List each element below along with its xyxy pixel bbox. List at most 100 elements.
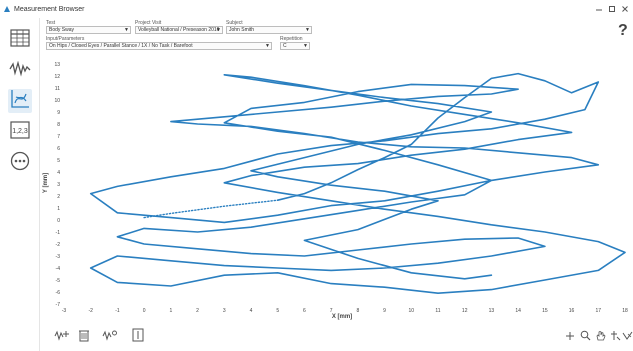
y-tick-label: 3 (57, 182, 60, 188)
selection-controls: Test Body Sway ▼ Project Visit Volleybal… (40, 18, 633, 58)
x-tick-label: 3 (223, 308, 226, 314)
signal-settings-icon (102, 328, 118, 346)
repetition-select-value: C (283, 43, 287, 49)
y-tick-label: 8 (57, 122, 60, 128)
numbers-icon: 1,2,3 (10, 120, 30, 144)
x-tick-label: 13 (489, 308, 495, 314)
y-tick-label: -6 (56, 290, 61, 296)
y-tick-label: 4 (57, 170, 60, 176)
window-controls (592, 2, 631, 15)
measure-button[interactable] (621, 331, 633, 343)
zoom-icon (580, 328, 591, 346)
trace-start-dotted-line (143, 199, 279, 219)
x-tick-label: 1 (169, 308, 172, 314)
sway-trace-line (89, 72, 626, 294)
y-tick-label: -5 (56, 278, 61, 284)
add-signal-button[interactable] (54, 329, 70, 345)
xy-plot-svg: -7-6-5-4-3-2-1012345678910111213 -3 -2 -1 0… (43, 62, 628, 320)
y-tick-label: 2 (57, 194, 60, 200)
y-tick-label: -7 (56, 302, 61, 308)
sidebar-item-more-options[interactable] (8, 151, 32, 175)
marker-button[interactable] (130, 328, 146, 347)
ellipsis-circle-icon (10, 151, 30, 176)
input-parameters-select-value: On Hips / Closed Eyes / Parallel Stance … (49, 43, 193, 49)
y-tick-label: 6 (57, 146, 60, 152)
y-tick-label: 13 (54, 62, 60, 68)
x-tick-label: 9 (383, 308, 386, 314)
help-button[interactable]: ? (618, 22, 628, 40)
waveform-icon (9, 60, 31, 82)
input-parameters-select[interactable]: On Hips / Closed Eyes / Parallel Stance … (46, 42, 272, 50)
y-axis-label: Y [mm] (43, 173, 49, 193)
x-tick-label: 15 (542, 308, 548, 314)
y-tick-label: 0 (57, 218, 60, 224)
chevron-down-icon: ▼ (305, 27, 310, 33)
delete-button[interactable] (76, 329, 92, 345)
x-tick-label: 0 (143, 308, 146, 314)
x-tick-label: 18 (622, 308, 628, 314)
test-select-value: Body Sway (49, 27, 75, 33)
app-logo-icon (3, 5, 11, 13)
y-tick-label: 11 (55, 86, 60, 92)
x-tick-label: 12 (462, 308, 468, 314)
project-visit-select[interactable]: Volleyball National / Preseason 2016 ▼ (135, 26, 223, 34)
marker-icon (132, 328, 144, 347)
add-signal-icon (54, 328, 70, 346)
sidebar: 1,2,3 (0, 18, 40, 351)
add-cursor-button[interactable] (609, 331, 621, 343)
y-tick-label: 1 (57, 206, 60, 212)
sidebar-item-xy-plot-view[interactable] (8, 89, 32, 113)
x-tick-label: 17 (596, 308, 602, 314)
minimize-button[interactable] (592, 2, 605, 15)
svg-text:1,2,3: 1,2,3 (12, 128, 28, 135)
x-tick-label: 5 (276, 308, 279, 314)
measure-icon (622, 328, 633, 346)
scatter-xy-icon (10, 89, 30, 114)
y-tick-label: 7 (57, 134, 60, 140)
close-button[interactable] (618, 2, 631, 15)
chevron-down-icon: ▼ (124, 27, 129, 33)
x-tick-label: 6 (303, 308, 306, 314)
x-tick-label: -3 (62, 308, 67, 314)
x-tick-label: 14 (515, 308, 521, 314)
pan-hand-icon (595, 328, 606, 346)
y-tick-label: 12 (54, 74, 60, 80)
add-cursor-icon (610, 328, 621, 346)
repetition-select[interactable]: C ▼ (280, 42, 310, 50)
xy-plot-area: -7 -6 -5 -4 -3 -2 -1 0 1 2 3 4 5 6 7 8 9 10 11 12 13 -3 -2 -1 0… (40, 58, 633, 320)
plus-icon (565, 328, 575, 346)
bottom-toolbar (40, 320, 633, 351)
sidebar-item-table-view[interactable] (8, 28, 32, 52)
x-tick-label: -2 (88, 308, 93, 314)
test-select[interactable]: Body Sway ▼ (46, 26, 131, 34)
signal-settings-button[interactable] (102, 329, 118, 345)
x-tick-label: -1 (115, 308, 120, 314)
delete-icon (78, 328, 90, 347)
x-tick-label: 8 (356, 308, 359, 314)
y-axis-ticks: -7-6-5-4-3-2-1012345678910111213 (54, 62, 60, 308)
sidebar-item-time-series-view[interactable] (8, 59, 32, 83)
y-tick-label: 9 (57, 110, 60, 116)
subject-select-value: John Smith (229, 27, 255, 33)
y-tick-label: -3 (56, 254, 61, 260)
x-tick-label: 16 (569, 308, 575, 314)
subject-select[interactable]: John Smith ▼ (226, 26, 312, 34)
sidebar-item-numeric-values-view[interactable]: 1,2,3 (8, 120, 32, 144)
y-tick-label: 10 (54, 98, 60, 104)
chevron-down-icon: ▼ (265, 43, 270, 49)
traces (89, 72, 626, 294)
maximize-button[interactable] (605, 2, 618, 15)
x-tick-label: 2 (196, 308, 199, 314)
y-tick-label: 5 (57, 158, 60, 164)
y-tick-label: -1 (56, 230, 61, 236)
x-tick-label: 11 (435, 308, 440, 314)
zoom-button[interactable] (579, 328, 591, 346)
x-tick-label: 10 (409, 308, 415, 314)
pan-button[interactable] (594, 331, 606, 343)
y-tick-label: -2 (56, 242, 61, 248)
window-title: Measurement Browser (14, 5, 85, 13)
chevron-down-icon: ▼ (216, 27, 221, 33)
chevron-down-icon: ▼ (303, 43, 308, 49)
plus-button[interactable] (564, 331, 576, 343)
y-tick-label: -4 (56, 266, 61, 272)
